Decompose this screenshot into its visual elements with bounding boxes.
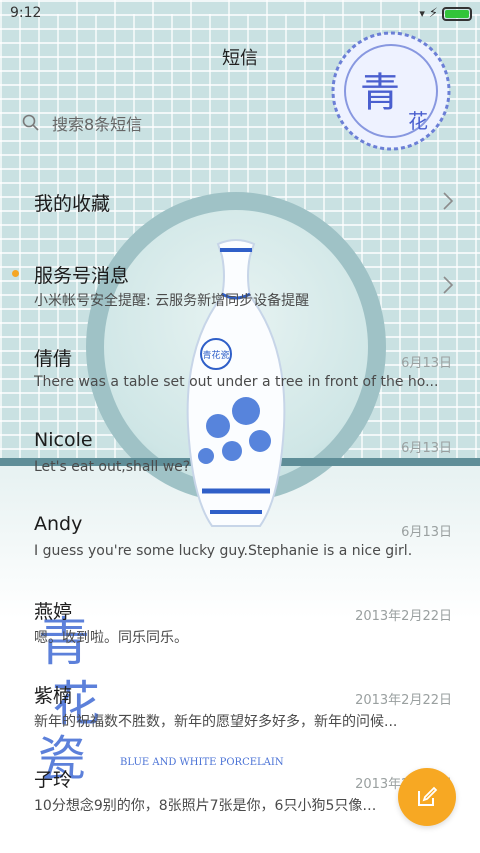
service-snippet: 小米帐号安全提醒: 云服务新增同步设备提醒 bbox=[34, 293, 310, 309]
compose-button[interactable] bbox=[398, 768, 456, 826]
message-snippet: 嗯。收到啦。同乐同乐。 bbox=[34, 630, 188, 646]
chevron-right-icon bbox=[443, 276, 454, 294]
battery-level bbox=[445, 9, 469, 18]
search-input[interactable]: 搜索8条短信 bbox=[52, 111, 142, 135]
contact-name: Andy bbox=[34, 513, 83, 535]
chevron-right-icon bbox=[443, 192, 454, 210]
conversation-row[interactable]: 燕婷 2013年2月22日 嗯。收到啦。同乐同乐。 bbox=[0, 595, 480, 655]
contact-name: 子玲 bbox=[34, 769, 73, 791]
page-title: 短信 bbox=[222, 48, 258, 69]
service-messages-row[interactable]: 服务号消息 小米帐号安全提醒: 云服务新增同步设备提醒 bbox=[0, 258, 480, 316]
status-bar: 9:12 ▾ ⚡ bbox=[0, 0, 480, 28]
contact-name: 紫楠 bbox=[34, 685, 73, 707]
message-date: 6月13日 bbox=[401, 525, 452, 540]
conversation-row[interactable]: Nicole 6月13日 Let's eat out,shall we? bbox=[0, 427, 480, 487]
conversation-row[interactable]: Andy 6月13日 I guess you're some lucky guy… bbox=[0, 511, 480, 571]
search-bar[interactable]: 搜索8条短信 bbox=[22, 108, 322, 138]
message-snippet: I guess you're some lucky guy.Stephanie … bbox=[34, 543, 413, 559]
status-time: 9:12 bbox=[10, 5, 42, 21]
service-label: 服务号消息 bbox=[34, 265, 130, 287]
svg-text:青: 青 bbox=[360, 70, 400, 116]
conversation-row[interactable]: 紫楠 2013年2月22日 新年的祝福数不胜数，新年的愿望好多好多，新年的问候.… bbox=[0, 679, 480, 739]
status-icons: ▾ ⚡ bbox=[419, 6, 472, 21]
contact-name: Nicole bbox=[34, 429, 93, 451]
message-snippet: 10分想念9别的你，8张照片7张是你，6只小狗5只像你... bbox=[34, 798, 384, 814]
compose-icon bbox=[418, 786, 438, 806]
contact-name: 倩倩 bbox=[34, 348, 73, 370]
favorites-row[interactable]: 我的收藏 bbox=[0, 180, 480, 224]
message-date: 2013年2月22日 bbox=[355, 609, 452, 624]
signal-icon: ▾ bbox=[419, 7, 425, 20]
message-snippet: There was a table set out under a tree i… bbox=[34, 374, 439, 390]
message-date: 6月13日 bbox=[401, 356, 452, 371]
favorites-label: 我的收藏 bbox=[34, 193, 111, 215]
svg-text:花: 花 bbox=[408, 109, 428, 133]
contact-name: 燕婷 bbox=[34, 601, 73, 623]
message-snippet: Let's eat out,shall we? bbox=[34, 459, 191, 475]
charging-icon: ⚡ bbox=[428, 6, 438, 21]
message-snippet: 新年的祝福数不胜数，新年的愿望好多好多，新年的问候... bbox=[34, 714, 398, 730]
search-icon bbox=[22, 114, 39, 131]
message-date: 2013年2月22日 bbox=[355, 693, 452, 708]
unread-dot bbox=[12, 270, 19, 277]
battery-icon bbox=[442, 6, 472, 21]
conversation-row[interactable]: 倩倩 6月13日 There was a table set out under… bbox=[0, 342, 480, 402]
message-date: 6月13日 bbox=[401, 441, 452, 456]
